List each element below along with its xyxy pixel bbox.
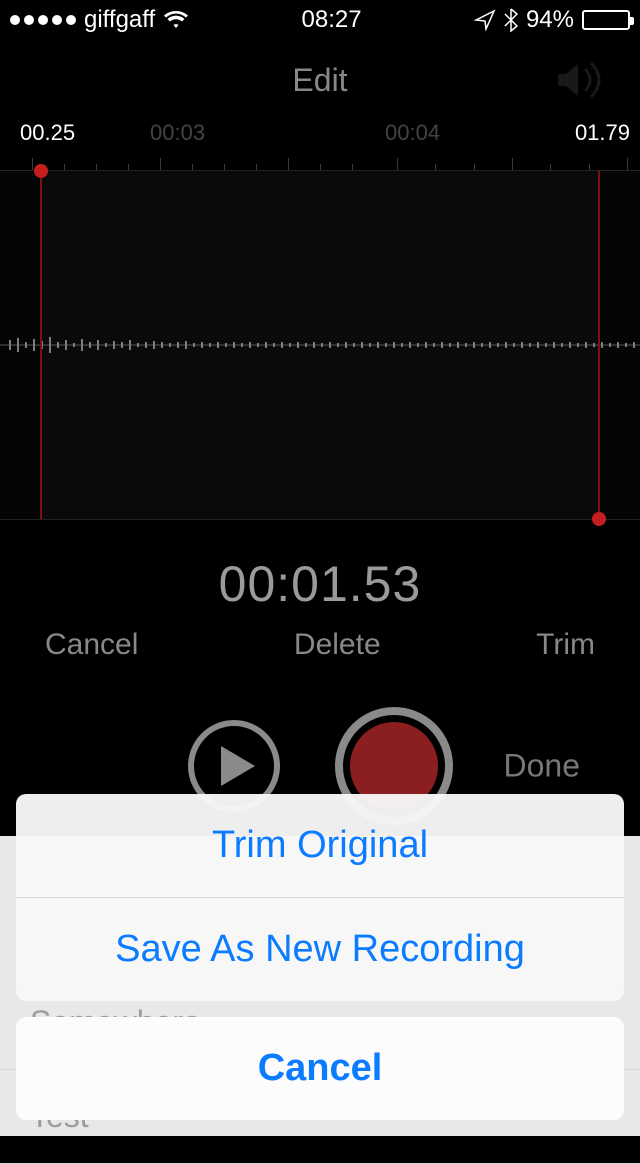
trim-button[interactable]: Trim bbox=[536, 628, 595, 662]
action-sheet: Trim Original Save As New Recording Canc… bbox=[16, 794, 624, 1120]
trim-original-button[interactable]: Trim Original bbox=[16, 794, 624, 898]
carrier-label: giffgaff bbox=[84, 6, 155, 34]
cancel-button[interactable]: Cancel bbox=[45, 628, 138, 662]
waveform-icon bbox=[0, 320, 640, 370]
signal-strength-icon bbox=[10, 15, 76, 25]
ruler-mark: 00:03 bbox=[150, 120, 205, 146]
trim-handle-left[interactable] bbox=[40, 171, 42, 519]
status-bar: giffgaff 08:27 94% bbox=[0, 0, 640, 40]
battery-icon bbox=[582, 10, 630, 30]
action-sheet-options: Trim Original Save As New Recording bbox=[16, 794, 624, 1001]
sheet-cancel-button[interactable]: Cancel bbox=[16, 1017, 624, 1120]
battery-percent: 94% bbox=[526, 6, 574, 34]
waveform-area[interactable] bbox=[0, 170, 640, 520]
ruler-mark: 00:04 bbox=[385, 120, 440, 146]
speaker-icon[interactable] bbox=[554, 58, 610, 107]
done-button[interactable]: Done bbox=[504, 748, 581, 785]
delete-button[interactable]: Delete bbox=[294, 628, 381, 662]
ruler-start: 00.25 bbox=[20, 120, 75, 146]
time-ruler: 00.25 00:03 00:04 01.79 bbox=[0, 120, 640, 170]
page-title: Edit bbox=[292, 62, 347, 99]
ruler-ticks bbox=[0, 158, 640, 170]
status-left: giffgaff bbox=[10, 6, 189, 34]
nav-header: Edit bbox=[0, 40, 640, 120]
trim-handle-right[interactable] bbox=[598, 171, 600, 519]
play-icon bbox=[221, 746, 255, 786]
status-right: 94% bbox=[474, 6, 630, 34]
time-counter: 00:01.53 bbox=[0, 555, 640, 613]
location-icon bbox=[474, 9, 496, 31]
wifi-icon bbox=[163, 10, 189, 30]
ruler-end: 01.79 bbox=[575, 120, 630, 146]
save-as-new-button[interactable]: Save As New Recording bbox=[16, 898, 624, 1001]
bluetooth-icon bbox=[504, 8, 518, 32]
edit-action-row: Cancel Delete Trim bbox=[0, 613, 640, 662]
status-time: 08:27 bbox=[302, 6, 362, 34]
waveform-timeline[interactable]: 00.25 00:03 00:04 01.79 bbox=[0, 120, 640, 520]
